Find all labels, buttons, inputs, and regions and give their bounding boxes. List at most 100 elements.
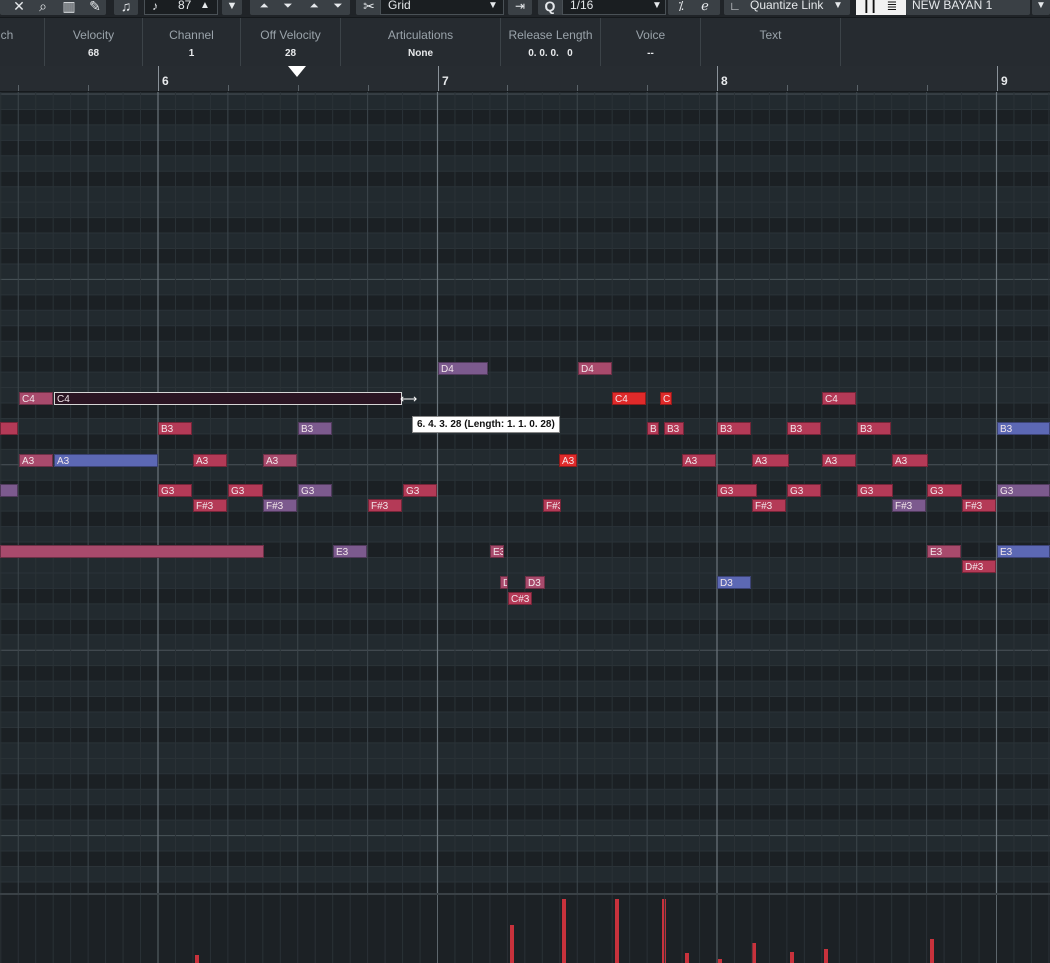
instrument-name[interactable]: NEW BAYAN 1 <box>912 0 992 14</box>
midi-note[interactable]: E3 <box>997 545 1050 558</box>
midi-note[interactable]: A3 <box>892 454 928 467</box>
grid-chevron-down-icon[interactable]: ▼ <box>486 0 500 15</box>
midi-note[interactable]: B3 <box>298 422 332 435</box>
midi-note[interactable]: B3 <box>717 422 751 435</box>
zoom-tool-icon[interactable]: ⌕ <box>34 0 52 15</box>
velocity-lane[interactable] <box>0 893 1050 963</box>
midi-note[interactable]: F#3 <box>543 499 561 512</box>
midi-note[interactable]: G3 <box>787 484 821 497</box>
midi-note[interactable]: C4 <box>822 392 856 405</box>
instrument-chevron-down-icon[interactable]: ▼ <box>1034 0 1048 15</box>
info-col-velocity[interactable]: Velocity 68 <box>45 18 143 67</box>
midi-note[interactable]: G3 <box>857 484 893 497</box>
info-release-length-value[interactable]: 0. 0. 0. 0 <box>501 48 600 59</box>
transpose-down-icon[interactable]: ⏷ <box>330 0 346 15</box>
midi-note[interactable]: A3 <box>263 454 297 467</box>
info-col-off-velocity[interactable]: Off Velocity 28 <box>241 18 341 67</box>
velocity-note-icon: ♪ <box>152 0 158 13</box>
midi-note[interactable]: A3 <box>682 454 716 467</box>
quantize-chevron-down-icon[interactable]: ▼ <box>650 0 664 15</box>
move-down-icon[interactable]: ⏷ <box>280 0 296 15</box>
midi-note[interactable] <box>0 484 18 497</box>
velocity-stepper-icon[interactable]: ▲ <box>198 0 212 15</box>
midi-note[interactable]: A3 <box>54 454 158 467</box>
midi-note[interactable]: D3 <box>717 576 751 589</box>
info-off-velocity-value[interactable]: 28 <box>241 48 340 59</box>
midi-note[interactable] <box>0 422 18 435</box>
info-col-text[interactable]: Text <box>701 18 841 67</box>
midi-note[interactable]: C <box>660 392 672 405</box>
midi-note[interactable]: C4 <box>19 392 53 405</box>
draw-tool-icon[interactable]: ✎ <box>86 0 104 15</box>
delete-tool-icon[interactable]: ✕ <box>10 0 28 15</box>
quantize-link-label[interactable]: Quantize Link <box>750 0 823 14</box>
info-voice-value[interactable]: -- <box>601 48 700 59</box>
ruler[interactable]: 6 7 8 9 <box>0 66 1050 92</box>
midi-note[interactable]: G3 <box>717 484 757 497</box>
snap-icon[interactable]: ✂ <box>360 0 378 15</box>
midi-note[interactable]: G3 <box>228 484 263 497</box>
chevron-down-icon[interactable]: ▼ <box>224 0 240 15</box>
velocity-bar <box>195 955 199 963</box>
midi-note[interactable]: A3 <box>559 454 577 467</box>
midi-note[interactable]: D4 <box>578 362 612 375</box>
midi-note[interactable]: A3 <box>19 454 53 467</box>
music-note-icon[interactable]: ♫ <box>117 0 135 15</box>
midi-note[interactable]: D#3 <box>962 560 996 573</box>
midi-note[interactable]: F#3 <box>752 499 786 512</box>
info-col-voice[interactable]: Voice -- <box>601 18 701 67</box>
midi-note[interactable]: C#3 <box>508 592 532 605</box>
groove-icon[interactable]: ℯ <box>696 0 714 15</box>
grid-mode-value[interactable]: Grid <box>388 0 411 14</box>
midi-note[interactable]: B3 <box>158 422 192 435</box>
midi-note[interactable]: G3 <box>997 484 1050 497</box>
midi-note[interactable]: A3 <box>822 454 856 467</box>
midi-note[interactable]: E3 <box>333 545 367 558</box>
info-col-channel[interactable]: Channel 1 <box>143 18 241 67</box>
info-articulations-value[interactable]: None <box>341 48 500 59</box>
velocity-value[interactable]: 87 <box>178 0 191 14</box>
midi-note[interactable]: D4 <box>438 362 488 375</box>
midi-note[interactable]: B3 <box>857 422 891 435</box>
midi-note[interactable]: B <box>647 422 659 435</box>
midi-note[interactable]: A3 <box>193 454 227 467</box>
move-up-icon[interactable]: ⏶ <box>256 0 272 15</box>
midi-note[interactable]: E3 <box>490 545 504 558</box>
midi-note[interactable]: B3 <box>664 422 684 435</box>
transpose-up-icon[interactable]: ⏶ <box>306 0 322 15</box>
midi-note[interactable]: F#3 <box>263 499 297 512</box>
note-grid[interactable]: C4 C4 D4 D4 C4 C C4 B3 B3 B B3 B3 B3 B3 B3 A3 A3 A3 A3 A3 A3… <box>0 92 1050 893</box>
quantize-link-chevron-icon[interactable]: ▼ <box>832 0 844 15</box>
info-col-articulations[interactable]: Articulations None <box>341 18 501 67</box>
midi-note[interactable]: F#3 <box>193 499 227 512</box>
midi-note[interactable]: G3 <box>298 484 332 497</box>
velocity-bar <box>685 953 689 963</box>
playhead-marker-icon[interactable] <box>288 66 306 77</box>
midi-note[interactable]: F#3 <box>962 499 996 512</box>
midi-note[interactable]: G3 <box>403 484 437 497</box>
midi-note[interactable]: B3 <box>997 422 1050 435</box>
iterative-quantize-icon[interactable]: ⁒ <box>672 0 690 15</box>
info-release-length-label: Release Length <box>508 28 593 42</box>
midi-note[interactable]: G3 <box>927 484 962 497</box>
midi-note[interactable]: A3 <box>752 454 789 467</box>
info-col-release-length[interactable]: Release Length 0. 0. 0. 0 <box>501 18 601 67</box>
snap-live-icon[interactable]: ⇥ <box>510 0 530 15</box>
midi-note[interactable]: D <box>500 576 508 589</box>
mute-tool-icon[interactable]: ▥ <box>60 0 78 15</box>
midi-note[interactable]: D3 <box>525 576 545 589</box>
quantize-value[interactable]: 1/16 <box>570 0 593 14</box>
info-col-pitch[interactable]: ch <box>0 18 45 67</box>
midi-note[interactable]: C4 <box>54 392 402 405</box>
midi-note[interactable]: E3 <box>927 545 961 558</box>
midi-note[interactable] <box>0 545 264 558</box>
info-articulations-label: Articulations <box>387 28 454 42</box>
midi-note[interactable]: G3 <box>158 484 192 497</box>
info-channel-value[interactable]: 1 <box>143 48 240 59</box>
midi-note[interactable]: C4 <box>612 392 646 405</box>
quantize-icon[interactable]: Q <box>540 0 560 15</box>
midi-note[interactable]: F#3 <box>368 499 402 512</box>
midi-note[interactable]: F#3 <box>892 499 926 512</box>
midi-note[interactable]: B3 <box>787 422 821 435</box>
info-velocity-value[interactable]: 68 <box>45 48 142 59</box>
